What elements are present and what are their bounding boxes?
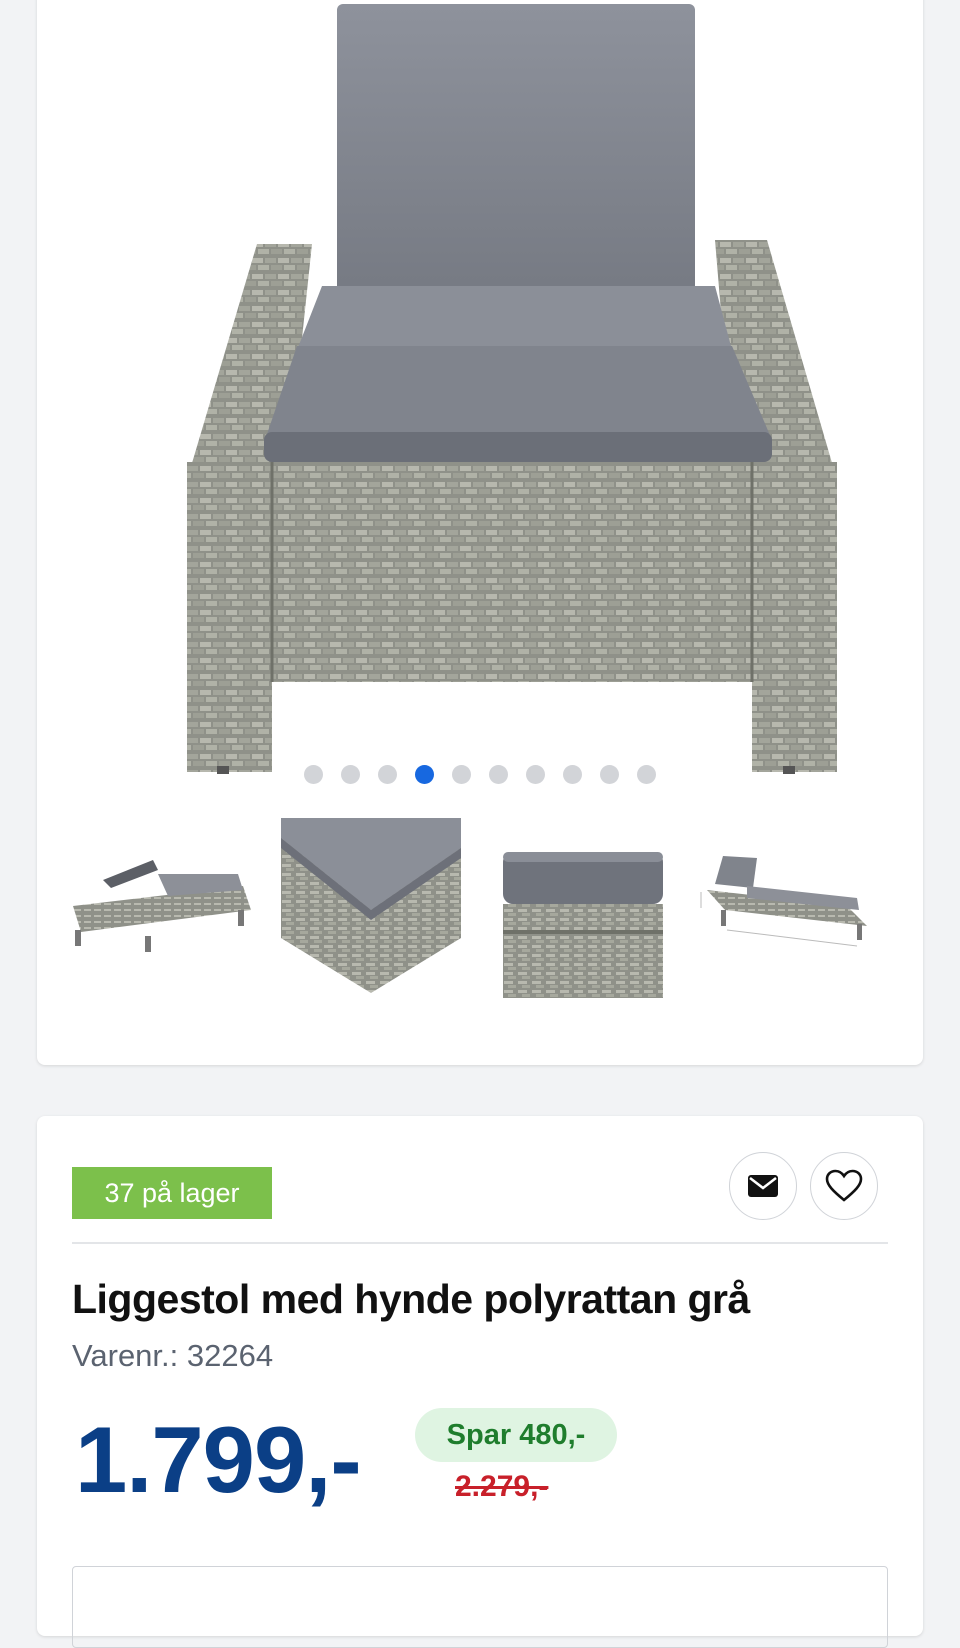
carousel-dot[interactable] [563,765,582,784]
lounger-corner-thumbnail[interactable] [281,818,461,998]
thumbnail-strip [73,818,877,998]
product-title: Liggestol med hynde polyrattan grå [72,1276,750,1322]
lounger-storage-thumbnail[interactable] [73,818,253,998]
product-gallery-card [37,0,923,1065]
carousel-dot-active[interactable] [415,765,434,784]
product-price: 1.799,- [75,1407,362,1512]
carousel-dot[interactable] [304,765,323,784]
carousel-dot[interactable] [526,765,545,784]
product-sku: Varenr.: 32264 [72,1338,273,1374]
envelope-icon [748,1175,778,1197]
original-price: 2.279,- [455,1470,549,1503]
heart-icon [825,1169,863,1202]
divider [72,1242,888,1244]
carousel-dot[interactable] [452,765,471,784]
product-info-card: 37 på lager Liggestol med hynde polyratt… [37,1116,923,1648]
variant-selector-box[interactable] [72,1566,888,1648]
carousel-indicators [37,765,923,785]
carousel-dot[interactable] [489,765,508,784]
wishlist-button[interactable] [810,1152,878,1220]
lounger-dimensions-thumbnail[interactable] [697,818,877,998]
carousel-dot[interactable] [600,765,619,784]
sku-label: Varenr.: [72,1338,187,1373]
email-share-button[interactable] [729,1152,797,1220]
stock-badge: 37 på lager [72,1167,272,1219]
savings-badge: Spar 480,- [415,1408,617,1462]
carousel-dot[interactable] [637,765,656,784]
carousel-dot[interactable] [378,765,397,784]
product-main-image[interactable] [147,0,937,780]
sku-value: 32264 [186,1338,274,1373]
carousel-dot[interactable] [341,765,360,784]
lounger-cushion-closeup-thumbnail[interactable] [489,818,669,998]
